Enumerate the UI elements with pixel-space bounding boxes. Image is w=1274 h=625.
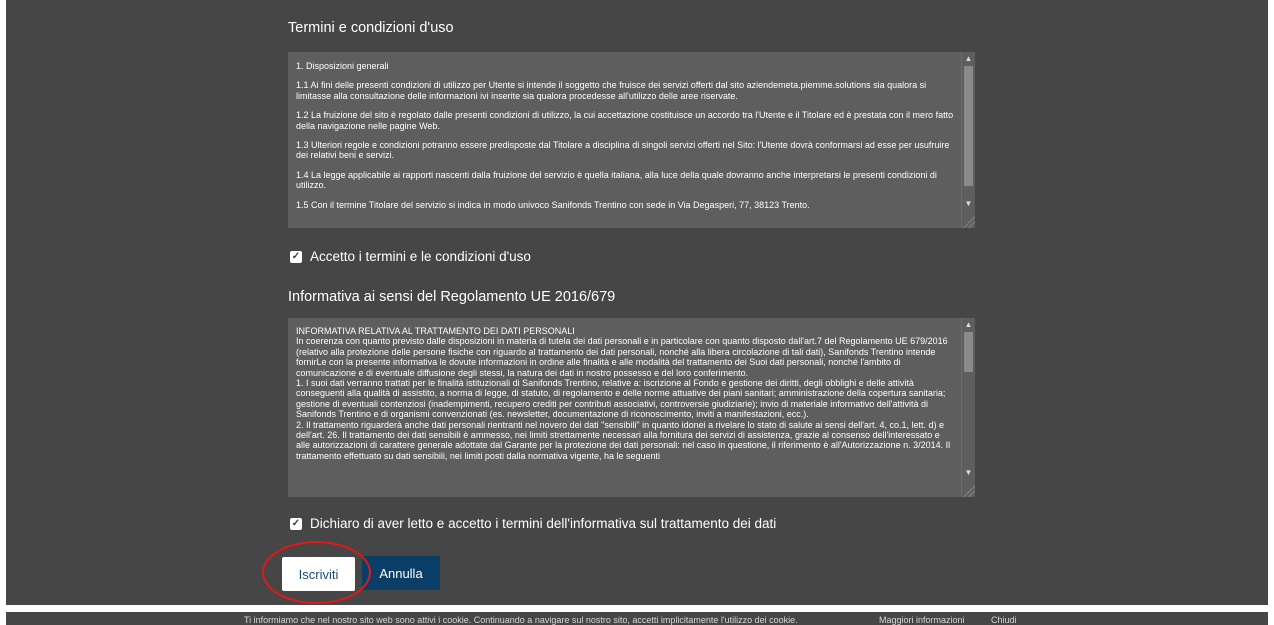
cancel-button[interactable]: Annulla [362, 556, 440, 590]
privacy-text: INFORMATIVA RELATIVA AL TRATTAMENTO DEI … [296, 326, 951, 461]
terms-title: Termini e condizioni d'uso [288, 20, 454, 36]
privacy-accept-label[interactable]: Dichiaro di aver letto e accetto i termi… [310, 516, 776, 531]
scroll-up-icon[interactable]: ▲ [962, 53, 975, 65]
cookie-more-info-link[interactable]: Maggiori informazioni [879, 612, 965, 625]
terms-textbox[interactable]: 1. Disposizioni generali 1.1 Ai fini del… [288, 52, 975, 228]
terms-paragraph: 1.2 La fruizione del sito è regolato dal… [296, 110, 954, 131]
privacy-accept-checkbox[interactable]: ✓ [290, 517, 302, 530]
terms-paragraph: 1.1 Ai fini delle presenti condizioni di… [296, 80, 927, 101]
resize-grip-icon[interactable] [963, 485, 975, 497]
terms-accept-checkbox[interactable]: ✓ [290, 250, 302, 263]
terms-scrollbar[interactable]: ▲ ▼ [961, 52, 975, 228]
privacy-title: Informativa ai sensi del Regolamento UE … [288, 289, 616, 305]
cookie-bar: Ti informiamo che nel nostro sito web so… [6, 612, 1268, 625]
privacy-scrollbar[interactable]: ▲ ▼ [961, 318, 975, 497]
terms-scroll-thumb[interactable] [964, 66, 973, 186]
cookie-close-link[interactable]: Chiudi [991, 612, 1017, 625]
resize-grip-icon[interactable] [963, 216, 975, 228]
highlight-circle [262, 541, 371, 604]
terms-accept-label[interactable]: Accetto i termini e le condizioni d'uso [310, 249, 531, 264]
privacy-accept-row[interactable]: ✓ Dichiaro di aver letto e accetto i ter… [290, 516, 776, 531]
privacy-textbox[interactable]: INFORMATIVA RELATIVA AL TRATTAMENTO DEI … [288, 318, 975, 497]
scroll-down-icon[interactable]: ▼ [962, 198, 975, 210]
privacy-scroll-thumb[interactable] [964, 332, 973, 372]
terms-accept-row[interactable]: ✓ Accetto i termini e le condizioni d'us… [290, 249, 531, 264]
cookie-bar-text: Ti informiamo che nel nostro sito web so… [244, 615, 798, 625]
scroll-down-icon[interactable]: ▼ [962, 467, 975, 479]
terms-paragraph: 1.3 Ulteriori regole e condizioni potran… [296, 140, 950, 161]
terms-paragraph: 1. Disposizioni generali [296, 61, 389, 71]
scroll-up-icon[interactable]: ▲ [962, 319, 975, 331]
terms-paragraph: 1.4 La legge applicabile ai rapporti nas… [296, 169, 937, 191]
terms-paragraph: 1.5 Con il termine Titolare del servizio… [296, 199, 810, 210]
